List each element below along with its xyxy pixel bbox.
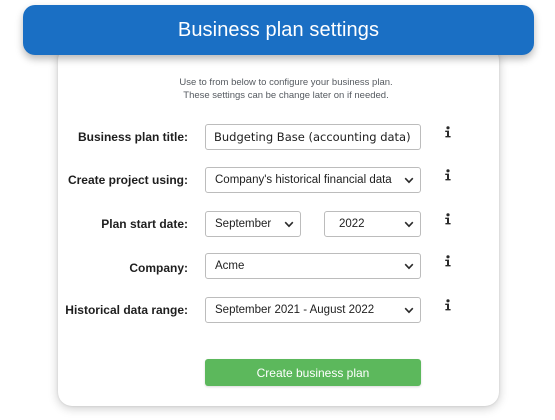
historical-data-range-label: Historical data range: <box>65 303 188 317</box>
intro-text: Use to from below to configure your busi… <box>179 77 393 101</box>
business-plan-title-input[interactable]: Budgeting Base (accounting data) <box>205 124 421 150</box>
chevron-down-icon <box>404 307 414 314</box>
start-year-select[interactable]: 2022 <box>324 211 421 237</box>
historical-data-range-value: September 2021 - August 2022 <box>215 304 375 316</box>
create-project-using-value: Company's historical financial data <box>215 174 392 186</box>
chevron-down-icon <box>284 221 294 228</box>
company-value: Acme <box>215 260 245 272</box>
create-business-plan-button[interactable]: Create business plan <box>205 359 421 386</box>
info-icon[interactable] <box>444 169 452 181</box>
settings-header: Business plan settings <box>23 5 534 55</box>
business-plan-title-label: Business plan title: <box>77 130 188 144</box>
chevron-down-icon <box>404 177 414 184</box>
create-project-using-label: Create project using: <box>67 173 188 187</box>
start-month-value: September <box>215 218 272 230</box>
create-business-plan-label: Create business plan <box>256 365 370 380</box>
info-icon[interactable] <box>444 299 452 311</box>
info-icon[interactable] <box>444 213 452 225</box>
historical-data-range-select[interactable]: September 2021 - August 2022 <box>205 297 421 323</box>
chevron-down-icon <box>404 263 414 270</box>
chevron-down-icon <box>404 221 414 228</box>
page-title: Business plan settings <box>177 18 380 41</box>
start-year-value: 2022 <box>339 218 365 230</box>
info-icon[interactable] <box>444 126 452 138</box>
info-icon[interactable] <box>444 255 452 267</box>
start-month-select[interactable]: September <box>205 211 301 237</box>
business-plan-title-value: Budgeting Base (accounting data) <box>214 130 411 144</box>
plan-start-date-label: Plan start date: <box>101 217 188 231</box>
company-label: Company: <box>129 261 188 275</box>
company-select[interactable]: Acme <box>205 253 421 279</box>
create-project-using-select[interactable]: Company's historical financial data <box>205 167 421 193</box>
